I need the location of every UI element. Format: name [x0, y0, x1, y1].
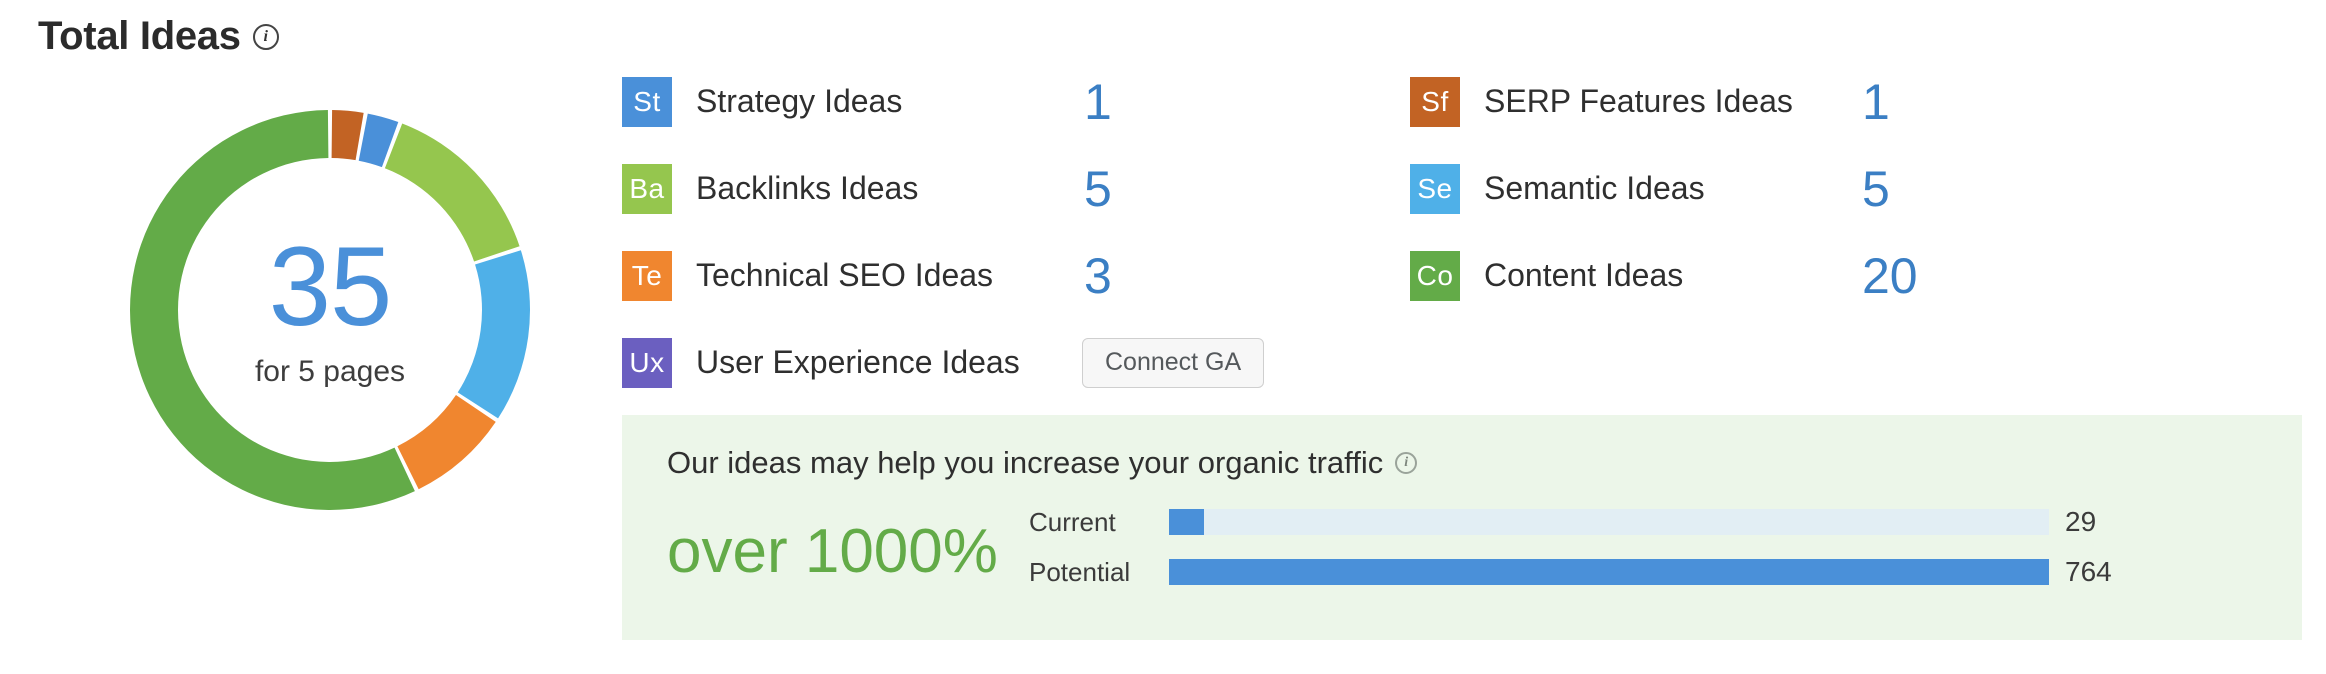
legend-item-value: 20	[1862, 247, 1918, 304]
legend-row[interactable]: Se Semantic Ideas 5	[1410, 145, 2030, 232]
legend-item-label: Content Ideas	[1484, 257, 1684, 293]
banner-headline: Our ideas may help you increase your org…	[667, 445, 1418, 481]
info-icon[interactable]: i	[252, 23, 279, 50]
legend-column-right: Sf SERP Features Ideas 1 Se Semantic Ideas 5 C…	[1410, 58, 2030, 319]
legend-item-label: Semantic Ideas	[1484, 170, 1705, 206]
legend-item-value: 5	[1084, 160, 1112, 217]
page-title: Total Ideas	[38, 14, 241, 58]
traffic-bar-fill	[1169, 509, 1205, 535]
traffic-bar-label: Current	[1029, 506, 1116, 537]
category-badge-icon: Se	[1410, 163, 1460, 214]
banner-info-icon[interactable]: i	[1395, 452, 1418, 474]
legend-item-label: SERP Features Ideas	[1484, 83, 1793, 119]
legend-column-left: St Strategy Ideas 1 Ba Backlinks Ideas 5 Te Tec…	[622, 58, 1322, 406]
legend-item-value: 1	[1862, 73, 1890, 130]
traffic-bar-label: Potential	[1029, 556, 1131, 587]
traffic-uplift-value: over 1000%	[667, 517, 998, 586]
banner-body: over 1000% Current 29 Potential 764	[667, 503, 2302, 591]
category-badge-icon: Ba	[622, 163, 672, 214]
traffic-bar-row: Potential 764	[1029, 553, 2112, 591]
legend-row[interactable]: Ux User Experience Ideas Connect GA	[622, 319, 1322, 406]
total-ideas-widget: Total Ideas i 35 for 5 pages St Strategy …	[0, 0, 2326, 674]
legend-item-value: 1	[1084, 73, 1112, 130]
category-badge-icon: Te	[622, 250, 672, 301]
legend-item-label: Technical SEO Ideas	[696, 257, 994, 293]
legend-row[interactable]: Ba Backlinks Ideas 5	[622, 145, 1322, 232]
legend-item-value: 3	[1084, 247, 1112, 304]
traffic-bar-value: 764	[2065, 556, 2112, 587]
page-title-row: Total Ideas i	[38, 14, 279, 59]
organic-traffic-banner: Our ideas may help you increase your org…	[622, 415, 2302, 640]
legend-item-label: User Experience Ideas	[696, 344, 1020, 380]
legend-item-value: 5	[1862, 160, 1890, 217]
banner-headline-text: Our ideas may help you increase your org…	[667, 445, 1384, 480]
legend-row[interactable]: Sf SERP Features Ideas 1	[1410, 58, 2030, 145]
donut-total-value: 35	[268, 224, 393, 349]
legend-item-label: Backlinks Ideas	[696, 170, 919, 206]
category-badge-icon: St	[622, 76, 672, 127]
legend-row[interactable]: St Strategy Ideas 1	[622, 58, 1322, 145]
traffic-bar-fill	[1169, 559, 2049, 585]
total-ideas-donut-chart: 35 for 5 pages	[110, 90, 550, 530]
traffic-bar-track	[1169, 559, 2049, 585]
donut-subtitle: for 5 pages	[254, 355, 406, 388]
legend-row[interactable]: Te Technical SEO Ideas 3	[622, 232, 1322, 319]
category-badge-icon: Ux	[622, 337, 672, 388]
donut-center-label: 35 for 5 pages	[110, 90, 550, 530]
category-badge-icon: Co	[1410, 250, 1460, 301]
traffic-bar-track	[1169, 509, 2049, 535]
traffic-bar-row: Current 29	[1029, 503, 2112, 541]
traffic-bar-chart: Current 29 Potential 764	[1029, 503, 2112, 591]
legend-item-label: Strategy Ideas	[696, 83, 903, 119]
legend-row[interactable]: Co Content Ideas 20	[1410, 232, 2030, 319]
category-badge-icon: Sf	[1410, 76, 1460, 127]
traffic-bar-value: 29	[2065, 506, 2097, 537]
connect-ga-button[interactable]: Connect GA	[1082, 337, 1265, 388]
